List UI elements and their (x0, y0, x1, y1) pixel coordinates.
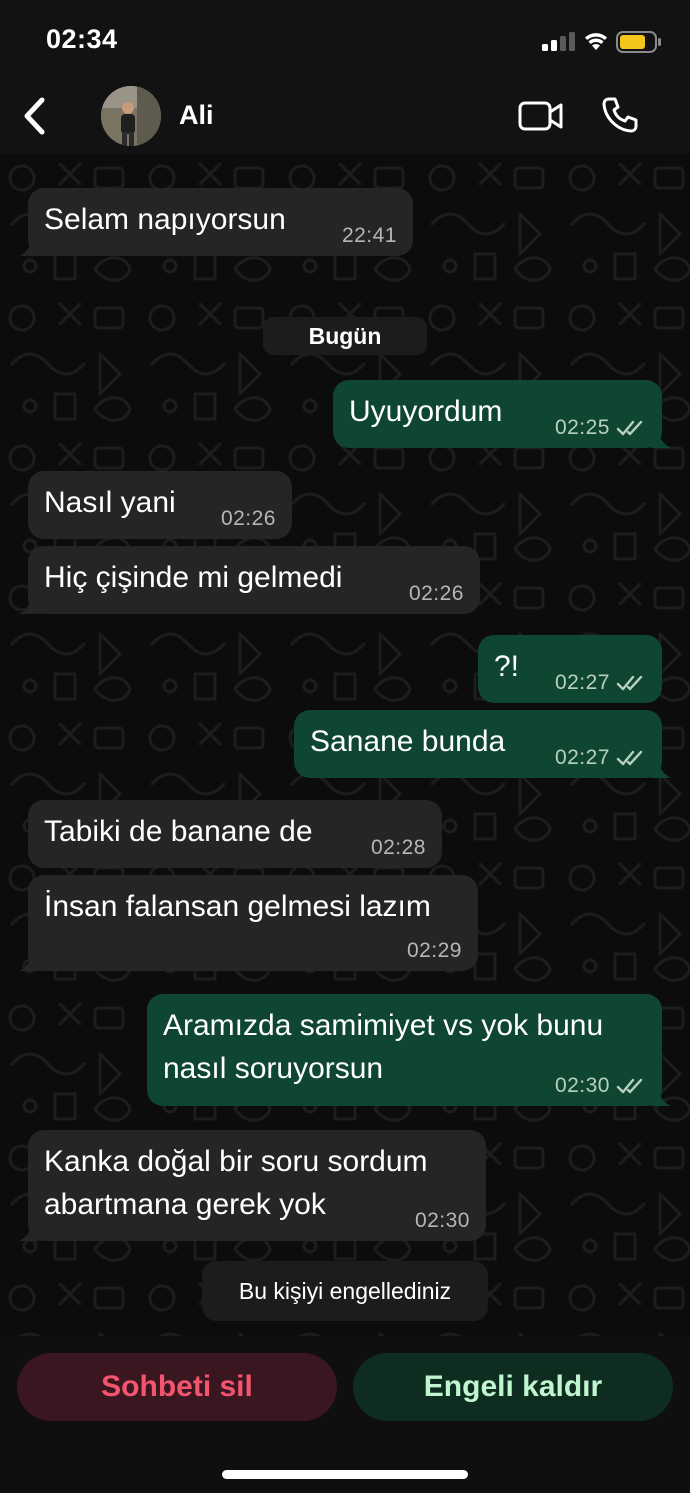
message-text: ?! (494, 650, 520, 683)
status-time: 02:34 (46, 24, 118, 54)
message-incoming[interactable]: Hiç çişinde mi gelmedi 02:26 (19, 546, 480, 614)
unblock-button[interactable]: Engeli kaldır (353, 1353, 673, 1421)
message-text: Tabiki de banane de (44, 815, 313, 848)
chevron-left-icon (24, 97, 45, 135)
double-check-icon (616, 675, 643, 691)
message-text: Uyuyordum (349, 395, 503, 428)
chat-screen: 02:34 Ali Selam napıyorsun 22:41 Bugün U… (0, 0, 690, 1493)
message-time: 02:30 (554, 1074, 610, 1097)
message-text: Nasıl yani (44, 486, 176, 519)
video-call-button[interactable] (517, 98, 565, 134)
bottom-action-bar: Sohbeti sil Engeli kaldır (0, 1336, 690, 1493)
message-meta: 02:28 (371, 836, 426, 860)
message-outgoing[interactable]: Uyuyordum 02:25 (333, 380, 671, 448)
message-incoming[interactable]: İnsan falansan gelmesi lazım 02:29 (19, 875, 478, 971)
message-time: 22:41 (341, 224, 397, 247)
double-check-icon (616, 420, 643, 436)
message-time: 02:26 (408, 582, 464, 605)
message-text: İnsan falansan gelmesi lazım (44, 890, 431, 923)
message-time: 02:25 (554, 416, 610, 439)
message-time: 02:27 (554, 746, 610, 769)
back-button[interactable] (18, 94, 52, 138)
message-outgoing[interactable]: Sanane bunda 02:27 (294, 710, 671, 778)
message-time: 02:29 (406, 939, 462, 962)
message-meta: 02:25 (555, 416, 646, 440)
message-text: Selam napıyorsun (44, 203, 286, 236)
message-meta: 02:30 (555, 1074, 646, 1098)
message-text: Sanane bunda (310, 725, 506, 758)
message-time: 02:30 (414, 1209, 470, 1232)
message-meta: 22:41 (342, 224, 397, 248)
wifi-icon (585, 33, 607, 50)
message-incoming[interactable]: Nasıl yani 02:26 (28, 471, 292, 539)
message-meta: 02:27 (555, 671, 646, 695)
chat-header: Ali (0, 80, 690, 154)
message-outgoing[interactable]: ?! 02:27 (478, 635, 662, 703)
message-text: Hiç çişinde mi gelmedi (44, 561, 343, 594)
video-camera-icon (518, 101, 563, 131)
voice-call-button[interactable] (600, 95, 640, 135)
message-incoming[interactable]: Tabiki de banane de 02:28 (28, 800, 442, 868)
message-text: Aramızda samimiyet vs yok bunu nasıl sor… (163, 1009, 604, 1085)
date-separator: Bugün (263, 317, 427, 355)
message-text: Kanka doğal bir soru sordum abartmana ge… (44, 1145, 428, 1221)
blocked-notice: Bu kişiyi engellediniz (202, 1261, 488, 1321)
message-incoming[interactable]: Selam napıyorsun 22:41 (19, 188, 413, 256)
avatar-photo (101, 86, 161, 146)
delete-chat-button[interactable]: Sohbeti sil (17, 1353, 337, 1421)
message-list[interactable]: Selam napıyorsun 22:41 Bugün Uyuyordum 0… (0, 154, 690, 1336)
message-time: 02:27 (554, 671, 610, 694)
message-meta: 02:30 (415, 1209, 470, 1233)
home-indicator[interactable] (222, 1470, 468, 1479)
message-incoming[interactable]: Kanka doğal bir soru sordum abartmana ge… (19, 1130, 486, 1241)
cellular-signal-icon (542, 32, 575, 51)
phone-icon (602, 97, 638, 133)
message-meta: 02:26 (221, 507, 276, 531)
message-time: 02:26 (220, 507, 276, 530)
message-time: 02:28 (370, 836, 426, 859)
message-outgoing[interactable]: Aramızda samimiyet vs yok bunu nasıl sor… (147, 994, 671, 1106)
contact-name[interactable]: Ali (179, 100, 214, 131)
message-meta: 02:27 (555, 746, 646, 770)
status-bar: 02:34 (0, 0, 690, 80)
message-meta: 02:26 (409, 582, 464, 606)
message-meta: 02:29 (407, 939, 462, 963)
double-check-icon (616, 1078, 643, 1094)
contact-avatar[interactable] (101, 86, 161, 146)
double-check-icon (616, 750, 643, 766)
battery-icon (616, 31, 661, 53)
